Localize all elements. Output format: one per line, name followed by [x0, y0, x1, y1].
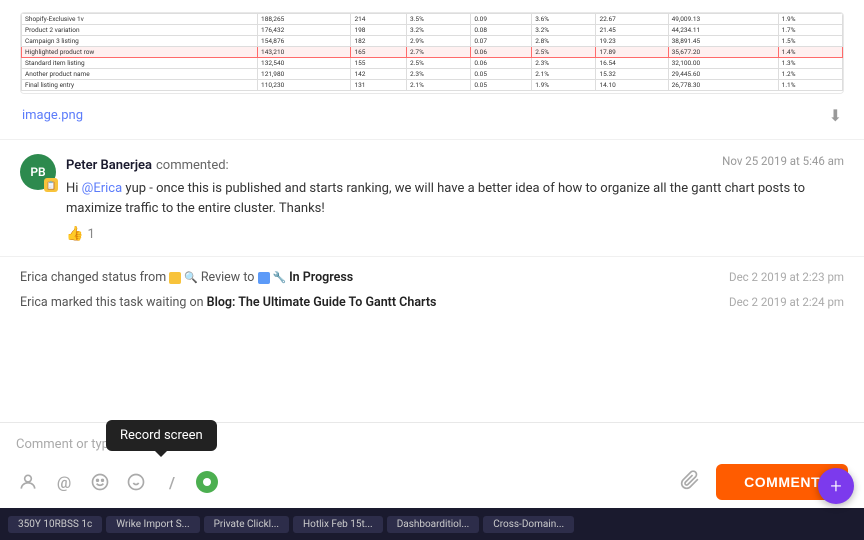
- comment-mention[interactable]: @Erica: [82, 181, 123, 196]
- activity-to-word: to: [243, 270, 257, 285]
- record-dot: [203, 478, 211, 486]
- activity-item-2-text: Erica marked this task waiting on Blog: …: [20, 295, 436, 310]
- toolbar-icons: @ / Record screen: [16, 470, 218, 494]
- comment-header: Peter Banerjea commented: Nov 25 2019 at…: [66, 154, 844, 173]
- comment-timestamp: Nov 25 2019 at 5:46 am: [722, 154, 844, 168]
- person-icon[interactable]: [16, 470, 40, 494]
- status-yellow-badge: [169, 272, 181, 284]
- activity-text-2: Erica marked this task waiting on: [20, 295, 207, 310]
- download-icon[interactable]: ⬇: [829, 106, 842, 125]
- taskbar-item-4[interactable]: Dashboarditiol...: [387, 516, 480, 533]
- comment-text-after: yup - once this is published and starts …: [66, 181, 805, 216]
- comment-body: Peter Banerjea commented: Nov 25 2019 at…: [66, 154, 844, 242]
- emoji-happy-icon[interactable]: [124, 470, 148, 494]
- taskbar: 350Y 10RBSS 1c Wrike Import S... Private…: [0, 508, 864, 540]
- like-icon[interactable]: 👍: [66, 226, 83, 242]
- spreadsheet-mock: Shopify-Exclusive 1v188,2652143.5%0.093.…: [21, 13, 843, 93]
- commenter-name: Peter Banerjea: [66, 158, 152, 173]
- main-container: Shopify-Exclusive 1v188,2652143.5%0.093.…: [0, 0, 864, 540]
- commented-label: commented:: [156, 158, 229, 173]
- avatar-badge: 📋: [44, 178, 58, 192]
- image-filename[interactable]: image.png: [22, 108, 83, 123]
- taskbar-item-5[interactable]: Cross-Domain...: [483, 516, 574, 533]
- status-review-label: Review: [201, 270, 240, 285]
- avatar: PB 📋: [20, 154, 56, 190]
- comment-toolbar: @ / Record screen: [16, 460, 848, 500]
- comment-meta: Peter Banerjea commented:: [66, 154, 229, 173]
- activity-item-1-text: Erica changed status from 🔍 Review to 🔧 …: [20, 270, 353, 285]
- comment-text: Hi @Erica yup - once this is published a…: [66, 179, 844, 218]
- at-mention-icon[interactable]: @: [52, 470, 76, 494]
- like-count: 1: [87, 227, 94, 242]
- image-footer: image.png ⬇: [20, 102, 844, 125]
- taskbar-item-3[interactable]: Hotlix Feb 15t...: [293, 516, 383, 533]
- taskbar-item-0[interactable]: 350Y 10RBSS 1c: [8, 516, 102, 533]
- taskbar-item-1[interactable]: Wrike Import S...: [106, 516, 199, 533]
- tool-icon: 🔧: [273, 271, 289, 284]
- comment-section: PB 📋 Peter Banerjea commented: Nov 25 20…: [0, 140, 864, 257]
- comment-input-area: Comment or type '/' for commands @: [0, 422, 864, 508]
- record-screen-button[interactable]: Record screen: [196, 471, 218, 493]
- image-section: Shopify-Exclusive 1v188,2652143.5%0.093.…: [0, 0, 864, 140]
- activity-time-1: Dec 2 2019 at 2:23 pm: [729, 270, 844, 284]
- taskbar-item-2[interactable]: Private Clickl...: [204, 516, 289, 533]
- in-progress-label: In Progress: [289, 270, 353, 285]
- search-icon-1: 🔍: [184, 271, 200, 284]
- attachment-icon[interactable]: [680, 470, 700, 495]
- comment-text-before: Hi: [66, 181, 82, 196]
- emoji-smile-icon[interactable]: [88, 470, 112, 494]
- slash-command-icon[interactable]: /: [160, 470, 184, 494]
- fab-button[interactable]: +: [818, 468, 854, 504]
- activity-item-1: Erica changed status from 🔍 Review to 🔧 …: [20, 265, 844, 290]
- status-blue-badge: [258, 272, 270, 284]
- activity-item-2: Erica marked this task waiting on Blog: …: [20, 290, 844, 315]
- avatar-initials: PB: [30, 165, 45, 179]
- activity-time-2: Dec 2 2019 at 2:24 pm: [729, 295, 844, 309]
- record-circle[interactable]: [196, 471, 218, 493]
- record-screen-tooltip: Record screen: [106, 420, 217, 451]
- task-link[interactable]: Blog: The Ultimate Guide To Gantt Charts: [207, 295, 437, 310]
- activity-log: Erica changed status from 🔍 Review to 🔧 …: [0, 257, 864, 323]
- image-preview: Shopify-Exclusive 1v188,2652143.5%0.093.…: [20, 12, 844, 94]
- like-area: 👍 1: [66, 226, 844, 242]
- activity-text-1: Erica changed status from: [20, 270, 169, 285]
